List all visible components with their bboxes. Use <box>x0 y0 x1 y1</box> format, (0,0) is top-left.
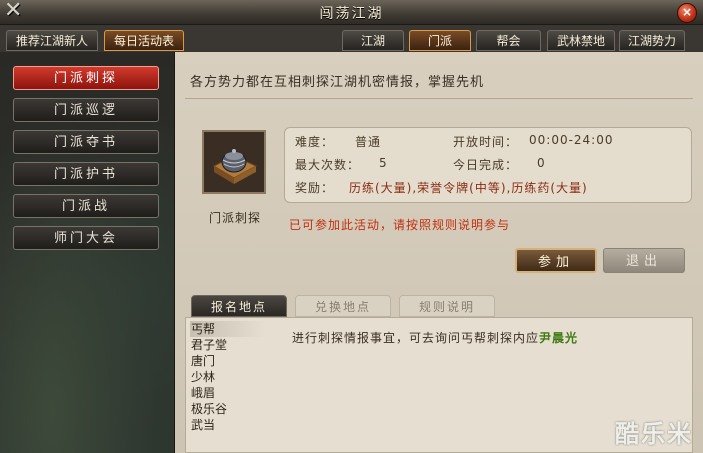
tab-guild[interactable]: 帮会 <box>476 30 541 51</box>
sidebar-item-sect-guard-book[interactable]: 门派护书 <box>13 162 159 186</box>
tab-jianghu[interactable]: 江湖 <box>342 30 404 51</box>
tab-signup-location[interactable]: 报名地点 <box>191 295 287 317</box>
list-item-location[interactable]: 唐门 <box>190 353 265 369</box>
npc-name-link[interactable]: 尹晨光 <box>539 331 578 345</box>
close-button[interactable]: × <box>677 3 697 23</box>
sidebar-item-sect-spy[interactable]: 门派刺探 <box>13 66 159 90</box>
open-time-value: 00:00-24:00 <box>529 133 614 147</box>
tab-recommend-newcomer[interactable]: 推荐江湖新人 <box>6 30 98 51</box>
reward-label: 奖励： <box>295 181 335 195</box>
window-title: 闯荡江湖 <box>319 6 384 22</box>
reward-value: 历练(大量),荣誉令牌(中等),历练药(大量) <box>349 181 588 195</box>
activity-headline: 各方势力都在互相刺探江湖机密情报，掌握先机 <box>190 75 485 90</box>
sidebar: 门派刺探 门派巡逻 门派夺书 门派护书 门派战 师门大会 <box>0 52 175 453</box>
join-button[interactable]: 参加 <box>515 248 597 273</box>
today-done-label: 今日完成： <box>453 158 519 172</box>
difficulty-label: 难度： <box>295 135 335 149</box>
location-description: 进行刺探情报事宜，可去询问丐帮刺探内应尹晨光 <box>292 329 578 346</box>
watermark-text: 酷乐米 <box>615 420 693 448</box>
tab-exchange-location[interactable]: 兑换地点 <box>295 295 391 317</box>
sidebar-item-sect-war[interactable]: 门派战 <box>13 194 159 218</box>
tab-daily-activities[interactable]: 每日活动表 <box>104 30 184 51</box>
sidebar-item-sect-patrol[interactable]: 门派巡逻 <box>13 98 159 122</box>
join-notice: 已可参加此活动，请按照规则说明参与 <box>289 218 511 232</box>
title-bar[interactable]: ✕ 闯荡江湖 × <box>0 0 703 25</box>
description-text: 进行刺探情报事宜，可去询问丐帮刺探内应 <box>292 331 540 345</box>
tab-forbidden-land[interactable]: 武林禁地 <box>547 30 615 51</box>
sidebar-item-sect-seize-book[interactable]: 门派夺书 <box>13 130 159 154</box>
list-item-location[interactable]: 君子堂 <box>190 337 265 353</box>
tab-rules[interactable]: 规则说明 <box>399 295 495 317</box>
sidebar-item-master-assembly[interactable]: 师门大会 <box>13 226 159 250</box>
today-done-value: 0 <box>537 156 546 170</box>
open-time-label: 开放时间： <box>453 135 519 149</box>
incense-burner-icon[interactable] <box>202 130 266 194</box>
list-item-location[interactable]: 武当 <box>190 417 265 433</box>
divider <box>185 98 693 99</box>
game-window: ✕ 闯荡江湖 × 推荐江湖新人 每日活动表 江湖 门派 帮会 武林禁地 江湖势力… <box>0 0 703 453</box>
tab-jianghu-forces[interactable]: 江湖势力 <box>619 30 685 51</box>
list-item-location[interactable]: 峨眉 <box>190 385 265 401</box>
max-count-label: 最大次数： <box>295 158 361 172</box>
list-item-location[interactable]: 极乐谷 <box>190 401 265 417</box>
activity-icon-label: 门派刺探 <box>208 211 261 225</box>
list-item-location[interactable]: 丐帮 <box>190 321 265 337</box>
max-count-value: 5 <box>379 156 388 170</box>
tab-sect[interactable]: 门派 <box>409 30 471 51</box>
activity-panel: 各方势力都在互相刺探江湖机密情报，掌握先机 门派刺探 难度： 普通 开放时间： … <box>175 52 703 453</box>
activity-info-box: 难度： 普通 开放时间： 00:00-24:00 最大次数： 5 今日完成： 0… <box>284 127 692 203</box>
list-item-location[interactable]: 少林 <box>190 369 265 385</box>
quit-button[interactable]: 退出 <box>603 248 685 273</box>
difficulty-value: 普通 <box>355 135 382 149</box>
